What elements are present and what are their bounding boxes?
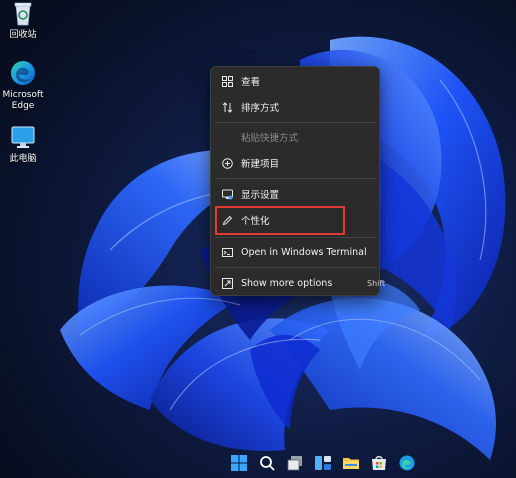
menu-separator [215,267,377,268]
menu-item-label: 排序方式 [241,103,280,114]
edge-icon [8,58,38,88]
task-view-icon[interactable] [286,454,304,472]
desktop-icon-label: Microsoft Edge [2,90,44,111]
menu-item-label: Show more options [241,277,333,289]
file-explorer-icon[interactable] [342,454,360,472]
widgets-icon[interactable] [314,454,332,472]
menu-separator [215,178,377,179]
this-pc-icon [8,122,38,152]
plus-circle-icon [221,157,233,169]
menu-separator [215,122,377,123]
terminal-icon [221,246,233,258]
menu-item-show-more-options[interactable]: Show more options Shift [215,273,385,293]
sort-arrows-icon [221,101,233,113]
menu-item-view[interactable]: 查看 [215,71,381,91]
edge-icon[interactable] [398,454,416,472]
search-icon[interactable] [258,454,276,472]
desktop-icon-label: 回收站 [9,30,37,40]
view-grid-icon [221,75,233,87]
menu-item-sort-by[interactable]: 排序方式 [215,97,381,117]
display-settings-icon [221,188,233,200]
store-icon[interactable] [370,454,388,472]
desktop-icon-this-pc[interactable]: 此电脑 [0,122,46,165]
highlight-box [215,206,345,235]
start-icon[interactable] [230,454,248,472]
menu-item-label: Open in Windows Terminal [241,246,367,258]
desktop-icon-edge[interactable]: Microsoft Edge [0,58,46,112]
desktop-icon-label: 此电脑 [9,154,37,164]
desktop-context-menu: 查看 排序方式 粘贴快捷方式 新建项目 显示设置 个性化 Open in Win… [210,66,385,296]
menu-item-label: 显示设置 [241,190,280,201]
menu-item-shortcut: Shift [367,278,386,288]
menu-item-paste-shortcut: 粘贴快捷方式 [215,127,381,147]
menu-item-open-terminal[interactable]: Open in Windows Terminal [215,242,381,262]
menu-item-display-settings[interactable]: 显示设置 [215,184,381,204]
menu-item-label: 粘贴快捷方式 [241,133,299,144]
desktop-icon-recycle-bin[interactable]: 回收站 [0,0,46,41]
menu-separator [215,237,377,238]
menu-item-label: 查看 [241,77,261,88]
menu-item-label: 新建项目 [241,159,280,170]
menu-item-new[interactable]: 新建项目 [215,153,381,173]
more-options-icon [221,277,233,289]
recycle-bin-icon [8,0,38,28]
